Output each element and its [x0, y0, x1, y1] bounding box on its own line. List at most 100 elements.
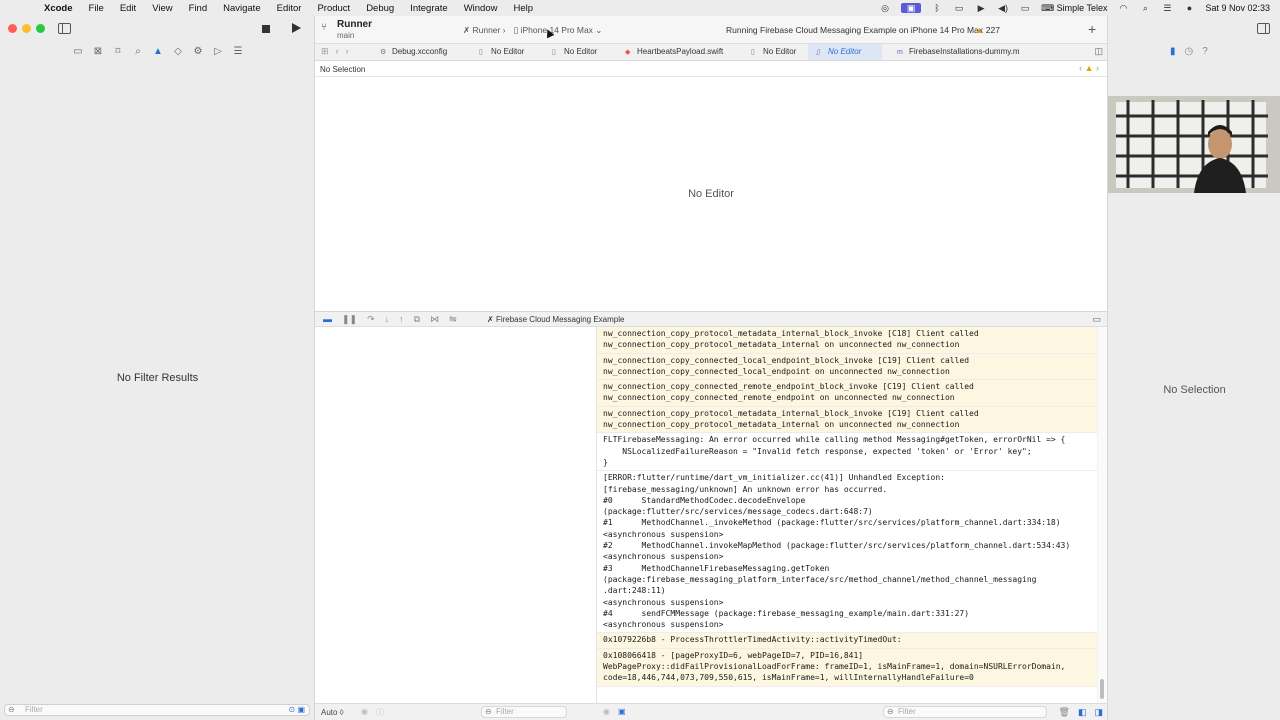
input-source[interactable]: ⌨ Simple Telex [1041, 3, 1107, 14]
chevron-right-icon[interactable]: › [1094, 63, 1099, 73]
tab-debug-xcconfig[interactable]: ⚙ Debug.xcconfig [372, 44, 455, 60]
status-menus: ◎ ▣ ᛒ ▭ ▶ ◀) ▭ ⌨ Simple Telex ◠ ⌕ ☰ ● Sa… [879, 3, 1280, 14]
bookmark-icon[interactable]: ⌑ [112, 46, 124, 57]
spotlight-icon[interactable]: ⌕ [1139, 3, 1151, 13]
menu-debug[interactable]: Debug [358, 3, 402, 14]
battery-icon[interactable]: ▭ [1019, 3, 1031, 13]
menu-edit[interactable]: Edit [112, 3, 144, 14]
siri-icon[interactable]: ● [1183, 3, 1195, 13]
issue-navigator-icon[interactable]: ▲ [152, 46, 164, 57]
debug-target[interactable]: ✗ Firebase Cloud Messaging Example [487, 315, 624, 324]
step-over-icon[interactable]: ↷ [367, 314, 375, 325]
stop-button[interactable] [262, 25, 270, 33]
trash-icon[interactable]: 🗑 [1059, 707, 1070, 718]
editor-tab-bar: ⊞ ‹ › ⚙ Debug.xcconfig ▯ No Editor ▯ No Edi… [315, 44, 1107, 61]
console-output[interactable]: nw_connection_copy_protocol_metadata_int… [597, 327, 1097, 703]
menu-view[interactable]: View [144, 3, 180, 14]
branch-label[interactable]: main [337, 31, 354, 40]
folder-icon[interactable]: ▭ [72, 46, 84, 57]
tab-no-editor-1[interactable]: ▯ No Editor [471, 44, 532, 60]
variables-filter-input[interactable]: ⊖ Filter [481, 706, 567, 718]
console-filter-input[interactable]: ⊖ Filter [883, 706, 1047, 718]
menu-file[interactable]: File [81, 3, 112, 14]
bluetooth-icon[interactable]: ᛒ [931, 3, 943, 13]
scheme-selector[interactable]: ✗ Runner › [463, 25, 506, 36]
filter-options-icon[interactable]: ⊙ ▣ [289, 705, 305, 715]
menu-find[interactable]: Find [181, 3, 215, 14]
issue-stepper[interactable]: ‹ ▲ › [1079, 63, 1099, 73]
forward-icon[interactable]: › [346, 46, 349, 57]
show-console-icon[interactable]: ◨ [1094, 707, 1103, 718]
eye-icon[interactable]: ◉ [603, 707, 610, 716]
console-options: ◉ ▣ [603, 707, 626, 716]
console-scrollbar[interactable] [1098, 327, 1107, 703]
step-into-icon[interactable]: ↓ [385, 314, 390, 325]
menu-navigate[interactable]: Navigate [215, 3, 269, 14]
help-icon[interactable]: ? [1202, 46, 1208, 57]
close-window-button[interactable] [8, 24, 17, 33]
report-icon[interactable]: ☰ [232, 46, 244, 57]
display-icon[interactable]: ▭ [953, 3, 965, 13]
variables-scope-selector[interactable]: Auto ◊ [321, 708, 344, 717]
editor-placeholder: No Editor [688, 188, 734, 200]
view-hierarchy-icon[interactable]: ⧉ [414, 314, 420, 325]
breakpoint-icon[interactable]: ▷ [212, 46, 224, 57]
memory-graph-icon[interactable]: ⋈ [430, 314, 439, 325]
environment-overrides-icon[interactable]: ⇋ [449, 314, 457, 325]
menu-integrate[interactable]: Integrate [402, 3, 456, 14]
project-title[interactable]: Runner [337, 19, 372, 30]
scrollbar-thumb[interactable] [1100, 679, 1104, 699]
jump-bar-path[interactable]: No Selection [320, 65, 365, 74]
sidebar-toggle-icon[interactable] [58, 23, 71, 34]
eye-icon[interactable]: ◉ [361, 707, 368, 718]
show-variables-icon[interactable]: ◧ [1078, 707, 1087, 718]
grid-icon[interactable]: ⊞ [321, 46, 329, 57]
tab-no-editor-active[interactable]: ▯ No Editor [808, 44, 882, 60]
now-playing-icon[interactable]: ▶ [975, 3, 987, 13]
webcam-image [1108, 96, 1280, 193]
inspector-toggle-icon[interactable] [1257, 23, 1270, 34]
breakpoints-toggle-icon[interactable]: ▬ [323, 314, 332, 325]
zoom-window-button[interactable] [36, 24, 45, 33]
activity-status: Running Firebase Cloud Messaging Example… [726, 25, 984, 35]
menu-product[interactable]: Product [309, 3, 358, 14]
find-icon[interactable]: ⌕ [132, 46, 144, 57]
test-icon[interactable]: ◇ [172, 46, 184, 57]
tab-heartbeats-payload[interactable]: ◆ HeartbeatsPayload.swift [617, 44, 731, 60]
screen-share-icon[interactable]: ▣ [901, 3, 922, 13]
tab-firebase-installations[interactable]: m FirebaseInstallations-dummy.m [889, 44, 1028, 60]
debug-navigator-icon[interactable]: ⚙ [192, 46, 204, 57]
tab-no-editor-2[interactable]: ▯ No Editor [544, 44, 605, 60]
navigator-filter-input[interactable]: ⊖ Filter ⊙ ▣ [4, 704, 310, 716]
warning-icon: ▲ [1084, 63, 1094, 73]
pause-icon[interactable]: ❚❚ [342, 314, 357, 325]
warning-badge[interactable]: ▲ 227 [975, 25, 1000, 35]
wifi-icon[interactable]: ◠ [1117, 3, 1129, 13]
menu-window[interactable]: Window [456, 3, 506, 14]
hide-debug-area-icon[interactable]: ▭ [1092, 314, 1101, 325]
tab-navigation: ⊞ ‹ › [321, 46, 349, 57]
add-icon[interactable]: + [1088, 21, 1096, 37]
menu-editor[interactable]: Editor [269, 3, 310, 14]
run-button[interactable] [292, 23, 301, 33]
menu-help[interactable]: Help [505, 3, 541, 14]
minimize-window-button[interactable] [22, 24, 31, 33]
editor-area[interactable]: No Editor [315, 77, 1107, 311]
info-icon[interactable]: ⓘ [376, 707, 384, 718]
menubar-clock[interactable]: Sat 9 Nov 02:33 [1205, 3, 1270, 13]
app-menu[interactable]: Xcode [36, 3, 81, 14]
step-out-icon[interactable]: ↑ [399, 314, 404, 325]
window-controls [8, 24, 45, 33]
screen-record-icon[interactable]: ◎ [879, 3, 891, 13]
split-editor-icon[interactable]: ◫ [1094, 46, 1103, 57]
file-inspector-icon[interactable]: ▮ [1170, 46, 1176, 57]
control-center-icon[interactable]: ☰ [1161, 3, 1173, 13]
back-icon[interactable]: ‹ [336, 46, 339, 57]
variables-view[interactable] [315, 327, 597, 703]
volume-icon[interactable]: ◀) [997, 3, 1009, 13]
device-selector[interactable]: ▯ iPhone 14 Pro Max ⌄ [514, 25, 603, 36]
history-icon[interactable]: ◷ [1185, 46, 1194, 57]
source-control-icon[interactable]: ⊠ [92, 46, 104, 57]
console-settings-icon[interactable]: ▣ [618, 707, 626, 716]
tab-no-editor-3[interactable]: ▯ No Editor [743, 44, 804, 60]
